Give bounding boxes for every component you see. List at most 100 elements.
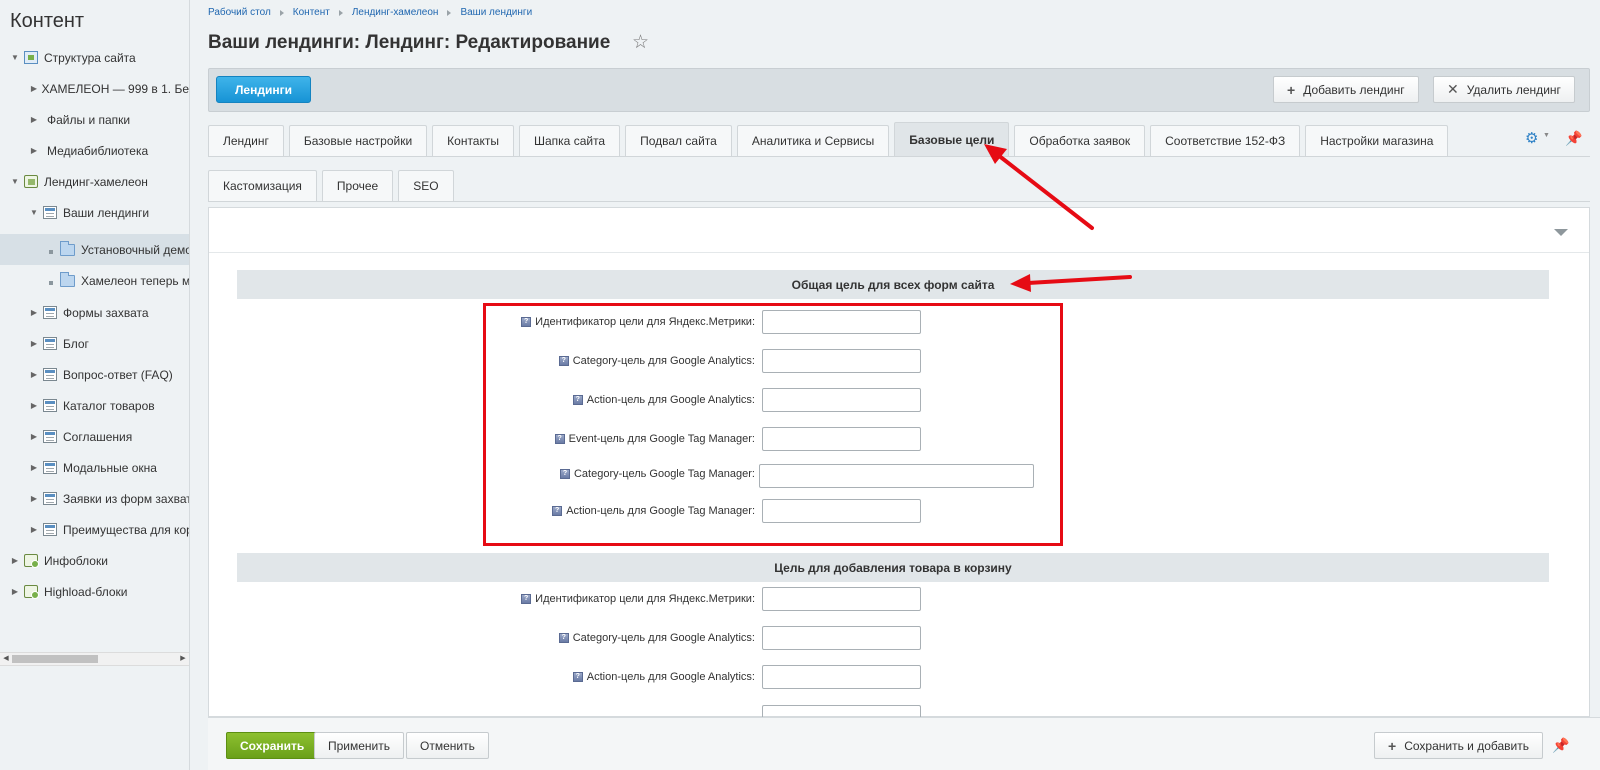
tree-item-label: Формы захвата — [63, 305, 149, 320]
expanded-arrow-icon[interactable]: ▼ — [10, 53, 20, 62]
help-icon[interactable]: ? — [554, 434, 565, 444]
tree-item-label: Инфоблоки — [44, 553, 108, 568]
scroll-left-icon[interactable]: ◀ — [0, 653, 12, 665]
cart-yandex-metrika-goal-input[interactable] — [762, 587, 921, 611]
star-icon[interactable]: ☆ — [632, 33, 649, 53]
help-icon[interactable]: ? — [558, 356, 569, 366]
field-label-text: Category-цель для Google Analytics: — [572, 632, 755, 644]
help-icon[interactable]: ? — [521, 594, 532, 604]
collapsed-arrow-icon[interactable]: ▶ — [29, 308, 39, 317]
help-icon[interactable]: ? — [558, 633, 569, 643]
tab-analytics[interactable]: Аналитика и Сервисы — [736, 125, 890, 156]
panel-divider — [209, 252, 1589, 253]
gtm-event-goal-input[interactable] — [762, 427, 921, 451]
yandex-metrika-goal-input[interactable] — [762, 310, 921, 334]
collapsed-arrow-icon[interactable]: ▶ — [29, 84, 39, 93]
tree-item-infoblocks[interactable]: ▶ Инфоблоки — [0, 545, 189, 576]
tab-contacts[interactable]: Контакты — [432, 125, 514, 156]
scrollbar-thumb[interactable] — [12, 655, 98, 663]
ga-action-goal-input[interactable] — [762, 388, 921, 412]
tree-item-advantages[interactable]: ▶ Преимущества для кор — [0, 514, 189, 545]
breadcrumb-content[interactable]: Контент — [293, 7, 330, 18]
tab-other[interactable]: Прочее — [321, 170, 394, 201]
tab-site-footer[interactable]: Подвал сайта — [625, 125, 732, 156]
tree-item-chameleon-now[interactable]: Хамелеон теперь м — [0, 265, 189, 296]
landings-button[interactable]: Лендинги — [216, 76, 311, 103]
help-icon[interactable]: ? — [572, 672, 583, 682]
breadcrumb-desktop[interactable]: Рабочий стол — [208, 7, 271, 18]
tree-item-form-requests[interactable]: ▶ Заявки из форм захват — [0, 483, 189, 514]
breadcrumb-your-landings[interactable]: Ваши лендинги — [460, 7, 532, 18]
tree-item-modals[interactable]: ▶ Модальные окна — [0, 452, 189, 483]
collapsed-arrow-icon[interactable]: ▶ — [29, 494, 39, 503]
delete-landing-button[interactable]: ✕ Удалить лендинг — [1433, 76, 1575, 103]
collapse-panel-icon[interactable] — [1554, 229, 1568, 236]
chevron-down-icon[interactable]: ▼ — [1543, 132, 1550, 139]
tree-item-your-landings[interactable]: ▼ Ваши лендинги — [0, 197, 189, 228]
help-icon[interactable]: ? — [552, 506, 563, 516]
gtm-category-goal-input[interactable] — [759, 464, 1034, 488]
collapsed-arrow-icon[interactable]: ▶ — [29, 401, 39, 410]
cart-ga-action-goal-input[interactable] — [762, 665, 921, 689]
save-and-add-label: Сохранить и добавить — [1404, 738, 1529, 753]
sidebar-horizontal-scrollbar[interactable]: ◀ ▶ — [0, 652, 189, 666]
expanded-arrow-icon[interactable]: ▼ — [29, 208, 39, 217]
collapsed-arrow-icon[interactable]: ▶ — [29, 115, 39, 124]
tree-item-landing-chameleon[interactable]: ▼ Лендинг-хамелеон — [0, 166, 189, 197]
gear-icon[interactable]: ⚙ — [1525, 129, 1538, 147]
iblock-icon — [43, 461, 57, 474]
add-landing-button[interactable]: + Добавить лендинг — [1273, 76, 1419, 103]
help-icon[interactable]: ? — [521, 317, 532, 327]
cut-off-input[interactable] — [762, 705, 921, 717]
collapsed-arrow-icon[interactable]: ▶ — [29, 463, 39, 472]
tree-item-capture-forms[interactable]: ▶ Формы захвата — [0, 297, 189, 328]
collapsed-arrow-icon[interactable]: ▶ — [29, 146, 39, 155]
tree-item-catalog[interactable]: ▶ Каталог товаров — [0, 390, 189, 421]
tab-seo[interactable]: SEO — [398, 170, 454, 201]
scroll-right-icon[interactable]: ▶ — [177, 653, 189, 665]
save-button[interactable]: Сохранить — [226, 732, 319, 759]
tab-basic-settings[interactable]: Базовые настройки — [288, 125, 428, 156]
gtm-action-goal-input[interactable] — [762, 499, 921, 523]
collapsed-arrow-icon[interactable]: ▶ — [10, 587, 20, 596]
cart-ga-category-goal-input[interactable] — [762, 626, 921, 650]
cancel-button[interactable]: Отменить — [406, 732, 489, 759]
field-label-text: Action-цель для Google Analytics: — [586, 671, 755, 683]
tab-site-header[interactable]: Шапка сайта — [519, 125, 621, 156]
tree-item-files-folders[interactable]: ▶ Файлы и папки — [0, 104, 189, 135]
tab-customization[interactable]: Кастомизация — [208, 170, 317, 201]
tree-item-site-structure[interactable]: ▼ Структура сайта — [0, 42, 189, 73]
apply-button[interactable]: Применить — [314, 732, 405, 759]
field-label: ? Action-цель для Google Analytics: — [237, 665, 755, 689]
tree-item-media-library[interactable]: ▶ Медиабиблиотека — [0, 135, 189, 166]
delete-landing-label: Удалить лендинг — [1466, 82, 1561, 97]
tab-request-processing[interactable]: Обработка заявок — [1014, 125, 1146, 156]
field-label-text: Идентификатор цели для Яндекс.Метрики: — [535, 316, 755, 328]
tree-item-highload[interactable]: ▶ Highload-блоки — [0, 576, 189, 607]
tab-152fz[interactable]: Соответствие 152-ФЗ — [1150, 125, 1301, 156]
save-and-add-button[interactable]: + Сохранить и добавить — [1374, 732, 1543, 759]
tree-item-blog[interactable]: ▶ Блог — [0, 328, 189, 359]
tree-item-label: Вопрос-ответ (FAQ) — [63, 367, 173, 382]
breadcrumb-landing-chameleon[interactable]: Лендинг-хамелеон — [352, 7, 439, 18]
collapsed-arrow-icon[interactable]: ▶ — [29, 432, 39, 441]
help-icon[interactable]: ? — [559, 469, 570, 479]
pin-icon[interactable]: 📌 — [1552, 737, 1569, 754]
collapsed-arrow-icon[interactable]: ▶ — [29, 370, 39, 379]
tree-item-agreements[interactable]: ▶ Соглашения — [0, 421, 189, 452]
collapsed-arrow-icon[interactable]: ▶ — [10, 556, 20, 565]
help-icon[interactable]: ? — [572, 395, 583, 405]
ga-category-goal-input[interactable] — [762, 349, 921, 373]
pin-icon[interactable]: 📌 — [1565, 130, 1582, 147]
tree-item-install-demo[interactable]: Установочный демо — [0, 234, 189, 265]
collapsed-arrow-icon[interactable]: ▶ — [29, 339, 39, 348]
collapsed-arrow-icon[interactable]: ▶ — [29, 525, 39, 534]
tab-basic-goals[interactable]: Базовые цели — [894, 122, 1010, 156]
tab-shop-settings[interactable]: Настройки магазина — [1305, 125, 1449, 156]
tabs-divider — [208, 156, 1590, 157]
expanded-arrow-icon[interactable]: ▼ — [10, 177, 20, 186]
tree-item-chameleon-site[interactable]: ▶ ХАМЕЛЕОН — 999 в 1. Бе — [0, 73, 189, 104]
tree-item-faq[interactable]: ▶ Вопрос-ответ (FAQ) — [0, 359, 189, 390]
form-footer: Сохранить Применить Отменить + Сохранить… — [208, 717, 1600, 770]
tab-landing[interactable]: Лендинг — [208, 125, 284, 156]
